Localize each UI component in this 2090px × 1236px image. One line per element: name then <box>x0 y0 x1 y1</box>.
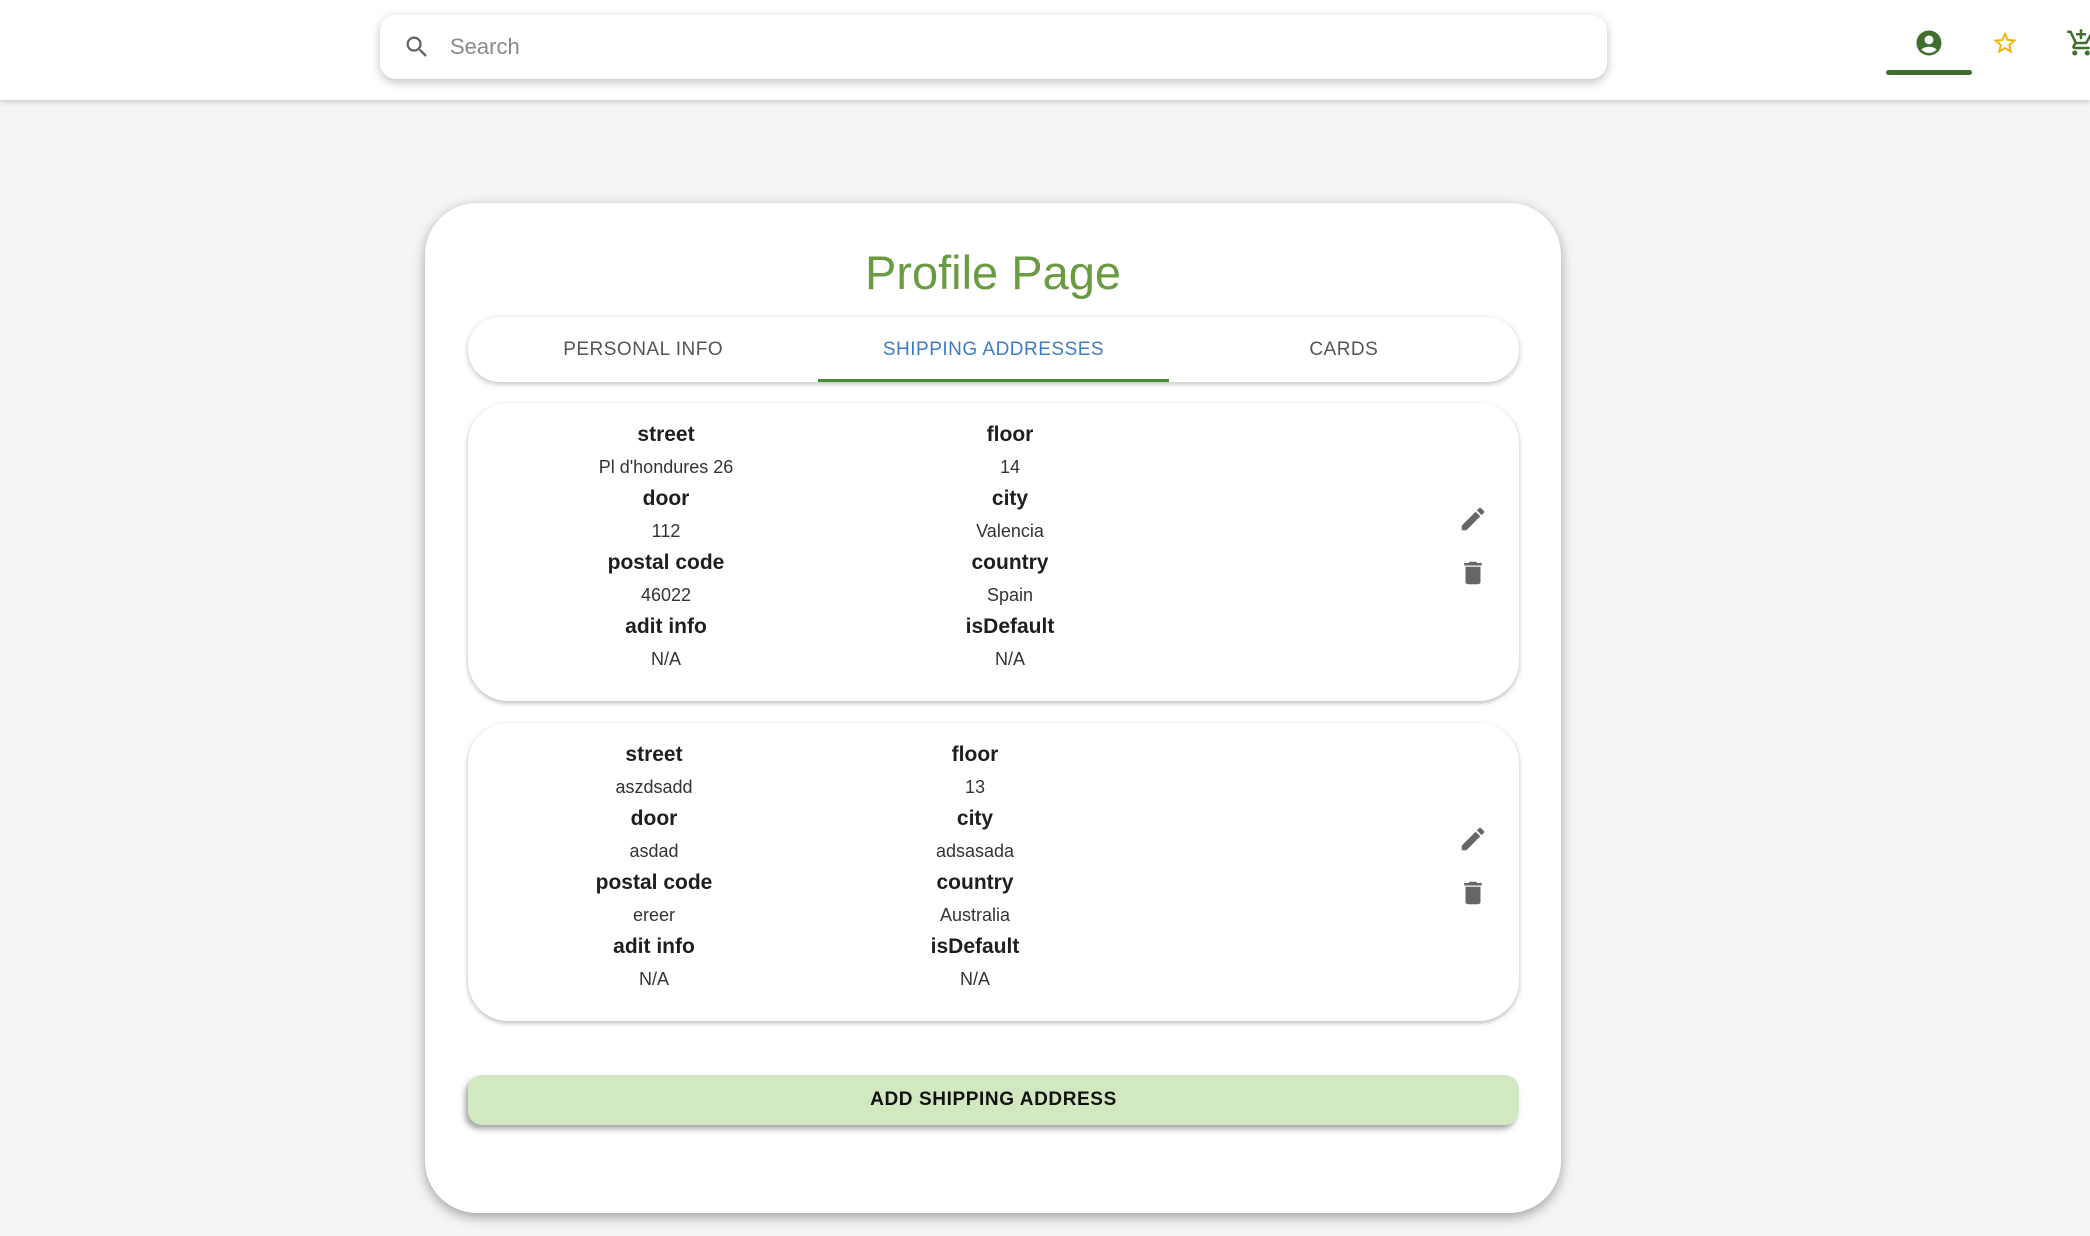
country-label: country <box>971 551 1049 574</box>
postal-code-value: 46022 <box>640 585 692 605</box>
floor-field: floor 13 <box>825 739 1125 803</box>
favorites-button[interactable] <box>1980 22 2030 68</box>
top-bar <box>0 0 2090 100</box>
is-default-label: isDefault <box>930 935 1020 958</box>
door-field: door asdad <box>504 803 804 867</box>
street-field: street aszdsadd <box>504 739 804 803</box>
adit-info-field: adit info N/A <box>504 931 804 995</box>
pencil-icon <box>1458 824 1488 859</box>
country-field: country Spain <box>860 547 1160 611</box>
tab-shipping-addresses[interactable]: SHIPPING ADDRESSES <box>818 317 1169 382</box>
trash-icon <box>1458 878 1488 913</box>
city-label: city <box>991 487 1029 510</box>
edit-address-button[interactable] <box>1453 821 1493 861</box>
profile-tabs: PERSONAL INFO SHIPPING ADDRESSES CARDS <box>468 317 1519 382</box>
street-label: street <box>637 423 695 446</box>
country-value: Spain <box>986 585 1034 605</box>
city-field: city Valencia <box>860 483 1160 547</box>
adit-info-label: adit info <box>613 935 695 958</box>
floor-value: 14 <box>999 457 1021 477</box>
postal-code-label: postal code <box>607 551 725 574</box>
floor-label: floor <box>986 423 1034 446</box>
is-default-value: N/A <box>994 649 1025 669</box>
postal-code-value: ereer <box>632 905 676 925</box>
delete-address-button[interactable] <box>1453 875 1493 915</box>
country-field: country Australia <box>825 867 1125 931</box>
search-bar[interactable] <box>380 15 1607 79</box>
trash-icon <box>1458 558 1488 593</box>
door-value: 112 <box>651 521 681 541</box>
profile-card: Profile Page PERSONAL INFO SHIPPING ADDR… <box>425 203 1561 1213</box>
door-label: door <box>642 487 690 510</box>
floor-field: floor 14 <box>860 419 1160 483</box>
street-label: street <box>625 743 683 766</box>
door-value: asdad <box>629 841 679 861</box>
street-value: aszdsadd <box>615 777 693 797</box>
address-card: street Pl d'hondures 26 floor 14 door 11… <box>468 403 1519 701</box>
tab-cards[interactable]: CARDS <box>1169 317 1519 382</box>
edit-address-button[interactable] <box>1453 501 1493 541</box>
search-icon <box>400 30 434 64</box>
postal-code-label: postal code <box>595 871 713 894</box>
postal-code-field: postal code ereer <box>504 867 804 931</box>
country-value: Australia <box>939 905 1011 925</box>
adit-info-value: N/A <box>638 969 669 989</box>
cart-button[interactable] <box>2066 22 2090 68</box>
city-label: city <box>956 807 994 830</box>
active-nav-indicator <box>1886 70 1972 75</box>
delete-address-button[interactable] <box>1453 555 1493 595</box>
adit-info-field: adit info N/A <box>516 611 816 675</box>
street-field: street Pl d'hondures 26 <box>516 419 816 483</box>
street-value: Pl d'hondures 26 <box>598 457 734 477</box>
account-button[interactable] <box>1886 22 1972 68</box>
door-label: door <box>630 807 678 830</box>
city-value: Valencia <box>976 521 1044 541</box>
is-default-field: isDefault N/A <box>825 931 1125 995</box>
is-default-label: isDefault <box>965 615 1055 638</box>
adit-info-value: N/A <box>650 649 681 669</box>
city-field: city adsasada <box>825 803 1125 867</box>
account-circle-icon <box>1914 28 1944 63</box>
door-field: door 112 <box>516 483 816 547</box>
adit-info-label: adit info <box>625 615 707 638</box>
postal-code-field: postal code 46022 <box>516 547 816 611</box>
floor-value: 13 <box>964 777 986 797</box>
star-outline-icon <box>1991 29 2019 62</box>
cart-icon <box>2066 28 2090 63</box>
country-label: country <box>936 871 1014 894</box>
search-input[interactable] <box>448 33 1552 61</box>
is-default-value: N/A <box>959 969 990 989</box>
address-card: street aszdsadd floor 13 door asdad city… <box>468 723 1519 1021</box>
floor-label: floor <box>951 743 999 766</box>
pencil-icon <box>1458 504 1488 539</box>
add-shipping-address-button[interactable]: ADD SHIPPING ADDRESS <box>468 1075 1519 1125</box>
is-default-field: isDefault N/A <box>860 611 1160 675</box>
tab-personal-info[interactable]: PERSONAL INFO <box>468 317 818 382</box>
page-title: Profile Page <box>864 246 1122 299</box>
city-value: adsasada <box>935 841 1015 861</box>
